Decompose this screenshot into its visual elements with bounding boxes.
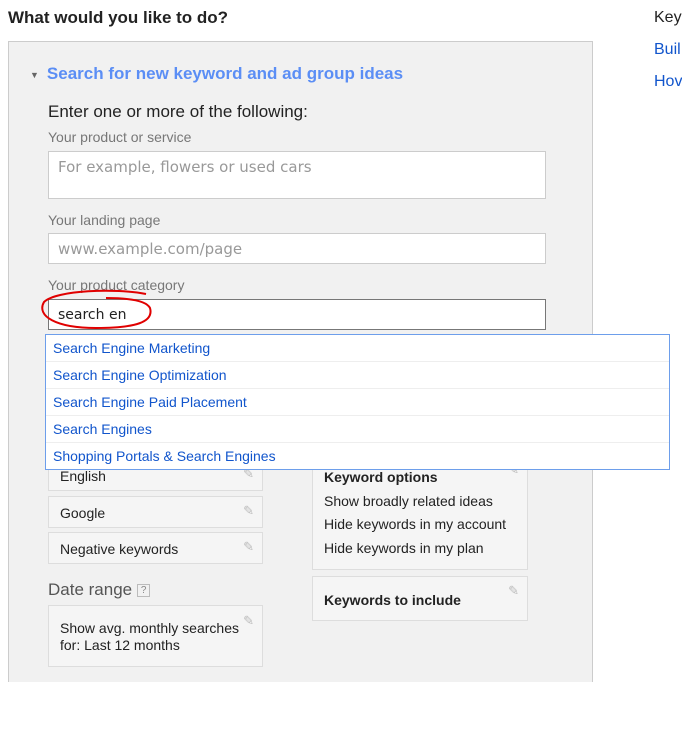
keyword-options-card[interactable]: Keyword options Show broadly related ide… [312,455,528,570]
pencil-icon[interactable]: ✎ [243,539,254,555]
collapse-triangle-icon: ▼ [30,69,39,80]
network-card[interactable]: Google ✎ [48,496,263,528]
landing-label: Your landing page [48,212,161,228]
section-toggle[interactable]: ▼ Search for new keyword and ad group ide… [30,64,403,84]
pencil-icon[interactable]: ✎ [508,583,519,599]
keywords-to-include-card[interactable]: Keywords to include ✎ [312,576,528,621]
help-icon[interactable]: ? [136,584,151,598]
category-suggestions-dropdown: Search Engine Marketing Search Engine Op… [45,334,670,470]
keywords-to-include-title: Keywords to include [324,592,461,608]
date-range-label: Date range ? [48,580,151,600]
suggestion-item[interactable]: Search Engine Paid Placement [46,389,669,416]
sidebar-title: Key [654,9,682,26]
suggestion-item[interactable]: Shopping Portals & Search Engines [46,443,669,469]
language-value: English [60,468,106,484]
page-heading: What would you like to do? [8,8,229,27]
suggestion-item[interactable]: Search Engine Optimization [46,362,669,389]
instructions: Enter one or more of the following: [48,102,308,121]
sidebar-link-build[interactable]: Buil [654,41,681,59]
red-circle-annotation [41,289,152,330]
product-input[interactable]: For example, flowers or used cars [48,151,546,199]
negative-keywords-card[interactable]: Negative keywords ✎ [48,532,263,564]
sidebar-link-how[interactable]: Hov [654,73,682,91]
keyword-option: Show broadly related ideas [324,492,493,509]
date-range-card[interactable]: Show avg. monthly searches for: Last 12 … [48,605,263,667]
negative-keywords-value: Negative keywords [60,541,179,557]
landing-page-input[interactable]: www.example.com/page [48,233,546,264]
suggestion-item[interactable]: Search Engine Marketing [46,335,669,362]
keyword-option: Hide keywords in my account [324,516,507,532]
keyword-option: Hide keywords in my plan [324,539,484,556]
section-title: Search for new keyword and ad group idea… [46,64,404,83]
network-value: Google [60,505,106,521]
date-range-value: Show avg. monthly searches for: Last 12 … [60,620,239,653]
suggestion-item[interactable]: Search Engines [46,416,669,443]
pencil-icon[interactable]: ✎ [243,503,254,519]
pencil-icon[interactable]: ✎ [243,612,254,629]
product-label: Your product or service [48,129,192,145]
